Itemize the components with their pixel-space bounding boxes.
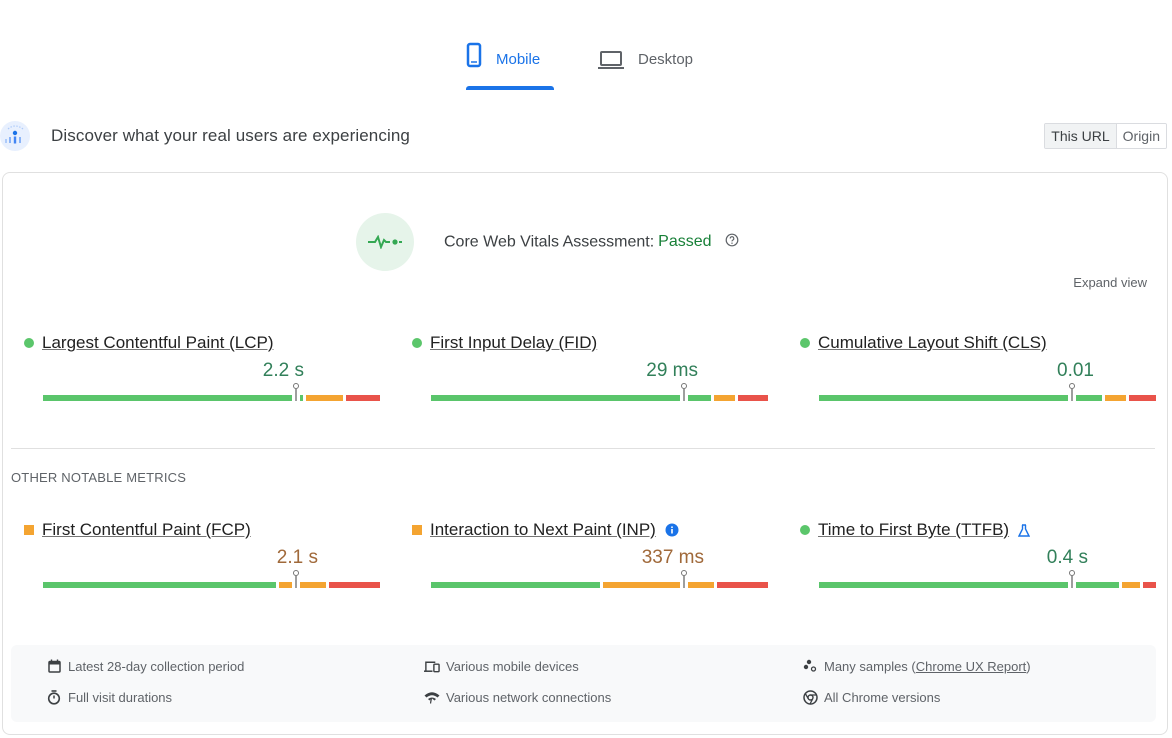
info-devices: Various mobile devices <box>424 658 579 674</box>
good-status-dot <box>800 525 810 535</box>
info-chrome-versions: All Chrome versions <box>802 689 940 705</box>
needs-improvement-segment <box>278 582 327 588</box>
distribution-bar <box>431 383 768 401</box>
info-samples: Many samples (Chrome UX Report) <box>802 658 1031 674</box>
field-data-header: Discover what your real users are experi… <box>0 120 1172 152</box>
crux-logo-icon <box>0 121 30 151</box>
metric-fid-value: 29 ms <box>646 360 698 381</box>
good-segment <box>43 395 303 401</box>
section-divider <box>11 448 1155 449</box>
scope-origin-button[interactable]: Origin <box>1116 124 1166 148</box>
good-segment <box>819 395 1103 401</box>
metric-lcp-link[interactable]: Largest Contentful Paint (LCP) <box>42 333 274 353</box>
wifi-icon <box>424 689 440 705</box>
scope-this-url-button[interactable]: This URL <box>1045 124 1117 148</box>
metric-fcp-value: 2.1 s <box>276 547 318 568</box>
assessment-label: Core Web Vitals Assessment: <box>444 233 655 251</box>
distribution-bar <box>819 383 1156 401</box>
metric-fid-link[interactable]: First Input Delay (FID) <box>430 333 597 353</box>
other-metrics-heading: OTHER NOTABLE METRICS <box>11 470 187 485</box>
calendar-icon <box>46 658 62 674</box>
scope-toggle: This URL Origin <box>1044 123 1167 149</box>
metric-ttfb: Time to First Byte (TTFB) 0.4 s <box>800 519 1156 609</box>
active-tab-indicator <box>466 86 554 90</box>
needs-improvement-segment <box>1105 395 1127 401</box>
p75-marker <box>679 383 688 403</box>
poor-segment <box>1129 395 1156 401</box>
needs-improvement-segment <box>602 582 715 588</box>
info-network-text: Various network connections <box>446 689 612 705</box>
info-visit-durations: Full visit durations <box>46 689 172 705</box>
info-samples-prefix: Many samples ( <box>824 658 916 674</box>
p75-marker <box>679 570 688 590</box>
metric-cls-value: 0.01 <box>1057 360 1094 381</box>
poor-segment <box>346 395 380 401</box>
metric-fcp: First Contentful Paint (FCP) 2.1 s <box>24 519 380 609</box>
needs-improvement-square <box>412 525 422 535</box>
assessment-status: Passed <box>658 233 712 251</box>
info-samples-suffix: ) <box>1026 658 1031 674</box>
cwv-assessment: Core Web Vitals Assessment: Passed <box>356 212 739 272</box>
samples-dots-icon <box>802 658 818 674</box>
poor-segment <box>717 582 768 588</box>
info-network: Various network connections <box>424 689 611 705</box>
smartphone-icon <box>466 42 482 73</box>
metric-fid: First Input Delay (FID) 29 ms <box>412 332 768 422</box>
poor-segment <box>737 395 768 401</box>
metric-cls: Cumulative Layout Shift (CLS) 0.01 <box>800 332 1156 422</box>
p75-marker <box>291 570 300 590</box>
metric-ttfb-link[interactable]: Time to First Byte (TTFB) <box>818 520 1009 540</box>
needs-improvement-segment <box>1122 582 1140 588</box>
info-chrome-versions-text: All Chrome versions <box>824 689 941 705</box>
info-collection-period: Latest 28-day collection period <box>46 658 244 674</box>
stopwatch-icon <box>46 689 62 705</box>
tab-mobile-label: Mobile <box>496 51 541 68</box>
poor-segment <box>1142 582 1156 588</box>
needs-improvement-segment <box>714 395 735 401</box>
distribution-bar <box>43 570 380 588</box>
experimental-flask-icon <box>1018 523 1031 537</box>
metric-inp-link[interactable]: Interaction to Next Paint (INP) <box>430 520 656 540</box>
pulse-icon <box>356 213 414 271</box>
info-collection-period-text: Latest 28-day collection period <box>68 658 245 674</box>
info-icon[interactable] <box>665 523 679 537</box>
expand-view-button[interactable]: Expand view <box>1073 275 1147 290</box>
chrome-ux-report-link[interactable]: Chrome UX Report <box>916 659 1027 674</box>
tab-desktop-label: Desktop <box>638 51 694 68</box>
metric-inp-value: 337 ms <box>641 547 704 568</box>
metric-inp: Interaction to Next Paint (INP) 337 ms <box>412 519 768 609</box>
metric-lcp: Largest Contentful Paint (LCP) 2.2 s <box>24 332 380 422</box>
devices-icon <box>424 658 440 674</box>
tab-mobile[interactable]: Mobile <box>466 42 554 90</box>
metric-cls-link[interactable]: Cumulative Layout Shift (CLS) <box>818 333 1047 353</box>
distribution-bar <box>43 383 380 401</box>
metric-ttfb-value: 0.4 s <box>1046 547 1088 568</box>
metric-fcp-link[interactable]: First Contentful Paint (FCP) <box>42 520 251 540</box>
info-visit-durations-text: Full visit durations <box>68 689 173 705</box>
device-tabs: Mobile Desktop <box>0 42 1172 92</box>
chrome-icon <box>802 689 818 705</box>
p75-marker <box>1067 570 1076 590</box>
good-status-dot <box>800 338 810 348</box>
poor-segment <box>329 582 380 588</box>
laptop-icon <box>598 51 624 74</box>
good-segment <box>431 395 712 401</box>
p75-marker <box>1067 383 1076 403</box>
tab-desktop[interactable]: Desktop <box>598 42 708 90</box>
data-collection-info: Latest 28-day collection period Full vis… <box>11 645 1156 722</box>
distribution-bar <box>431 570 768 588</box>
distribution-bar <box>819 570 1156 588</box>
metric-lcp-value: 2.2 s <box>262 360 304 381</box>
good-segment <box>431 582 600 588</box>
good-status-dot <box>412 338 422 348</box>
good-segment <box>43 582 276 588</box>
needs-improvement-segment <box>305 395 344 401</box>
good-status-dot <box>24 338 34 348</box>
field-data-title: Discover what your real users are experi… <box>51 126 410 145</box>
info-devices-text: Various mobile devices <box>446 658 579 674</box>
p75-marker <box>291 383 300 403</box>
help-circle-icon[interactable] <box>725 233 739 252</box>
needs-improvement-square <box>24 525 34 535</box>
